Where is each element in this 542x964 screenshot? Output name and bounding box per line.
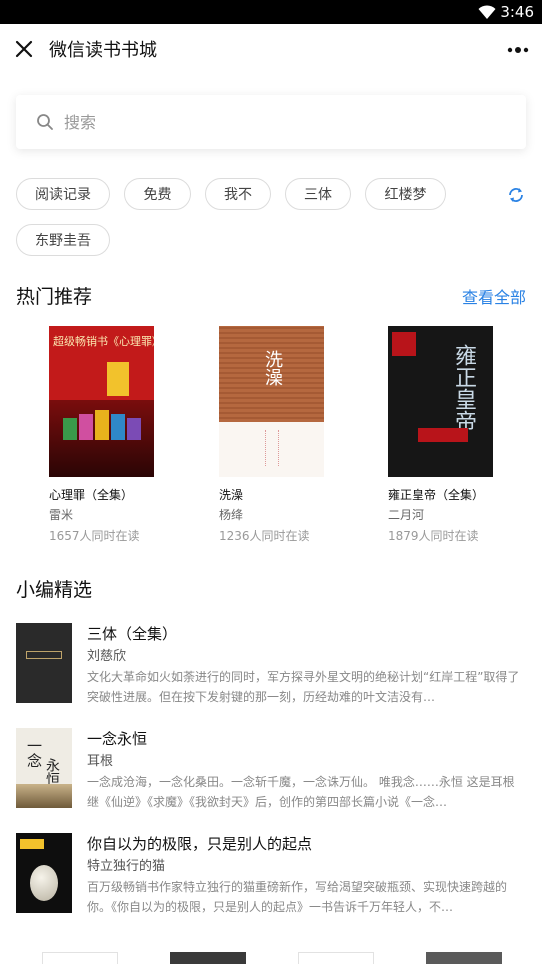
book-readers: 1236人同时在读 [219,529,310,543]
book-cover[interactable]: 超级畅销书《心理罪》 [49,326,154,477]
book-thumb[interactable]: 一念 永恒 [16,728,72,808]
chip-hongloumeng[interactable]: 红楼梦 [365,178,446,210]
see-all-link[interactable]: 查看全部 [462,284,526,308]
header-bar: 微信读书书城 [0,24,542,74]
chip-label: 红楼梦 [384,187,427,203]
book-card[interactable]: 洗澡 洗澡 杨绛 1236人同时在读 [219,326,359,544]
refresh-icon[interactable] [506,186,526,204]
section-title-hot: 热门推荐 [16,286,93,308]
book-author: 雷米 [49,508,74,522]
pick-author: 耳根 [87,754,114,769]
chip-santi[interactable]: 三体 [285,178,351,210]
chip-higashino[interactable]: 东野圭吾 [16,224,110,256]
status-bar: 3:46 [0,0,542,24]
chip-label: 我不 [224,187,252,203]
pick-author: 刘慈欣 [87,649,127,664]
chip-reading-history[interactable]: 阅读记录 [16,178,110,210]
list-item[interactable]: 你自以为的极限，只是别人的起点 特立独行的猫 百万级畅销书作家特立独行的猫重磅新… [16,833,526,925]
book-thumb[interactable] [16,623,72,703]
pick-desc: 文化大革命如火如荼进行的同时，军方探寻外星文明的绝秘计划“红岸工程”取得了突破性… [87,670,520,704]
book-card[interactable]: 超级畅销书《心理罪》 心理罪（全集） 雷米 1657人同时在读 [49,326,189,544]
book-title: 雍正皇帝（全集） [388,488,485,502]
close-icon[interactable] [12,37,36,61]
search-icon [37,114,53,130]
chip-free[interactable]: 免费 [124,178,191,210]
chip-label: 东野圭吾 [35,233,91,249]
pick-desc: 百万级畅销书作家特立独行的猫重磅新作，写给渴望突破瓶颈、实现快速跨越的你。《你自… [87,880,508,914]
more-dots-icon[interactable] [506,38,530,62]
cover-title: 洗澡 [262,350,283,386]
chip-label: 三体 [304,187,332,203]
search-input[interactable] [64,107,504,137]
list-item[interactable]: 三体（全集） 刘慈欣 文化大革命如火如荼进行的同时，军方探寻外星文明的绝秘计划“… [16,623,526,715]
list-item[interactable]: 一念 永恒 一念永恒 耳根 一念成沧海，一念化桑田。一念斩千魔，一念诛万仙。 唯… [16,728,526,820]
pick-desc: 一念成沧海，一念化桑田。一念斩千魔，一念诛万仙。 唯我念……永恒 这是耳根继《仙… [87,775,515,809]
chip-label: 免费 [143,187,172,203]
book-thumb[interactable] [16,833,72,913]
book-card[interactable]: 雍正皇帝 雍正皇帝（全集） 二月河 1879人同时在读 [388,326,528,544]
cover-title: 超级畅销书《心理罪》 [53,335,154,348]
chip-label: 阅读记录 [35,187,91,203]
pick-author: 特立独行的猫 [87,859,166,874]
wifi-icon [478,5,496,19]
page-title: 微信读书书城 [49,40,157,61]
book-title: 心理罪（全集） [49,488,134,502]
status-time: 3:46 [500,3,534,21]
book-cover[interactable]: 雍正皇帝 [388,326,493,477]
book-readers: 1657人同时在读 [49,529,140,543]
pick-title: 你自以为的极限，只是别人的起点 [87,835,313,853]
chip-wobu[interactable]: 我不 [205,178,271,210]
section-title-picks: 小编精选 [16,579,93,601]
pick-title: 三体（全集） [87,625,178,643]
book-readers: 1879人同时在读 [388,529,479,543]
book-cover[interactable]: 洗澡 [219,326,324,477]
pick-title: 一念永恒 [87,730,148,748]
book-author: 二月河 [388,508,425,522]
book-title: 洗澡 [219,488,244,502]
search-box[interactable] [16,95,526,149]
next-row-peek [0,952,542,964]
book-author: 杨绛 [219,508,244,522]
cover-title: 雍正皇帝 [451,344,476,432]
